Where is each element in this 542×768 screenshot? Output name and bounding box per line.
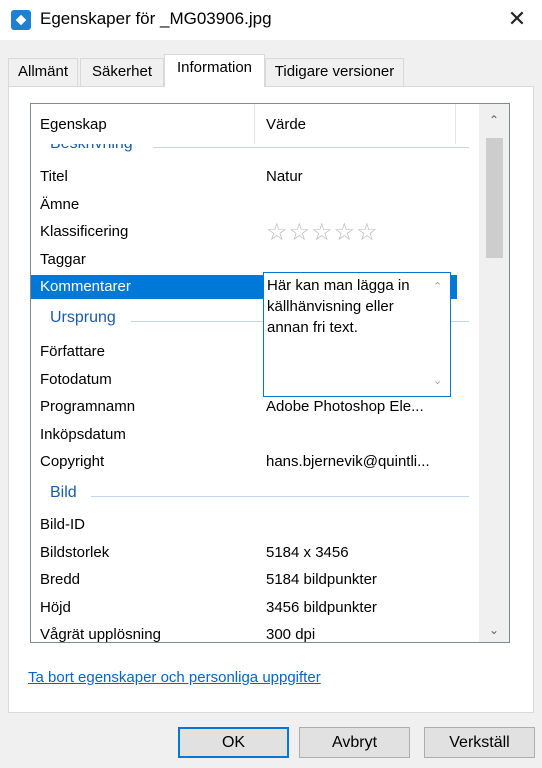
property-name: Bildstorlek	[40, 544, 110, 561]
comment-edit-text[interactable]: Här kan man lägga in källhänvisning elle…	[267, 275, 425, 338]
group-header-bild: Bild	[31, 484, 479, 508]
chevron-down-icon[interactable]: ⌄	[433, 371, 442, 392]
tab-tidigare-versioner[interactable]: Tidigare versioner	[265, 58, 404, 86]
list-row-klassificering[interactable]: Klassificering ☆☆☆☆☆	[31, 218, 457, 247]
property-value[interactable]: 3456 bildpunkter	[266, 599, 377, 616]
list-row-bredd[interactable]: Bredd 5184 bildpunkter	[31, 568, 457, 592]
apply-button[interactable]: Verkställ	[424, 727, 535, 758]
property-value[interactable]: hans.bjernevik@quintli...	[266, 453, 430, 470]
chevron-up-icon[interactable]: ⌃	[433, 277, 442, 298]
property-name: Författare	[40, 343, 106, 360]
property-name: Titel	[40, 168, 68, 185]
property-name: Bild-ID	[40, 516, 86, 533]
window-title: Egenskaper för _MG03906.jpg	[40, 9, 272, 28]
list-vertical-scrollbar[interactable]: ⌃ ⌄	[479, 104, 509, 642]
list-row-copyright[interactable]: Copyright hans.bjernevik@quintli...	[31, 450, 457, 474]
comment-scrollbar[interactable]: ⌃ ⌄	[428, 273, 450, 396]
tab-information[interactable]: Information	[164, 54, 265, 87]
property-name: Copyright	[40, 453, 105, 470]
group-divider-line	[153, 147, 469, 148]
remove-properties-link[interactable]: Ta bort egenskaper och personliga uppgif…	[28, 669, 321, 686]
title-bar: Egenskaper för _MG03906.jpg ✕	[0, 0, 542, 40]
list-header: Egenskap Värde	[31, 104, 479, 144]
tab-strip: Allmänt Säkerhet Information Tidigare ve…	[8, 54, 534, 87]
property-value[interactable]: 5184 x 3456	[266, 544, 349, 561]
property-value[interactable]: Adobe Photoshop Ele...	[266, 398, 424, 415]
property-name: Programnamn	[40, 398, 136, 415]
list-row-bildid[interactable]: Bild-ID	[31, 513, 457, 537]
column-header-property[interactable]: Egenskap	[40, 116, 107, 133]
list-row-taggar[interactable]: Taggar	[31, 248, 457, 272]
comment-edit-box[interactable]: Här kan man lägga in källhänvisning elle…	[263, 272, 451, 397]
property-value[interactable]: 5184 bildpunkter	[266, 571, 377, 588]
list-row-hojd[interactable]: Höjd 3456 bildpunkter	[31, 596, 457, 620]
ok-button[interactable]: OK	[178, 727, 289, 758]
properties-app-icon	[11, 10, 31, 30]
rating-stars-icon[interactable]: ☆☆☆☆☆	[266, 218, 379, 247]
property-name: Inköpsdatum	[40, 426, 126, 443]
property-name: Vågrät upplösning	[40, 626, 161, 643]
property-name: Klassificering	[40, 223, 129, 240]
properties-list[interactable]: Egenskap Värde Beskrivning Titel Natur Ä…	[30, 103, 510, 643]
scrollbar-thumb[interactable]	[486, 138, 503, 258]
cancel-button[interactable]: Avbryt	[299, 727, 410, 758]
list-row-programnamn[interactable]: Programnamn Adobe Photoshop Ele...	[31, 395, 457, 419]
scroll-down-icon[interactable]: ⌄	[479, 618, 509, 642]
property-name: Kommentarer	[40, 278, 131, 295]
scroll-up-icon[interactable]: ⌃	[479, 108, 509, 132]
list-row-titel[interactable]: Titel Natur	[31, 165, 457, 189]
column-header-value[interactable]: Värde	[266, 116, 306, 133]
property-name: Fotodatum	[40, 371, 112, 388]
close-button[interactable]: ✕	[504, 5, 530, 33]
tab-sakerhet[interactable]: Säkerhet	[80, 58, 164, 86]
list-row-amne[interactable]: Ämne	[31, 193, 457, 217]
list-row-bildstorlek[interactable]: Bildstorlek 5184 x 3456	[31, 541, 457, 565]
property-value[interactable]: Natur	[266, 168, 303, 185]
property-name: Höjd	[40, 599, 71, 616]
group-divider-line	[91, 496, 469, 497]
column-divider[interactable]	[455, 104, 456, 144]
property-value[interactable]: 300 dpi	[266, 626, 315, 642]
group-label: Ursprung	[50, 309, 116, 326]
tab-allmant[interactable]: Allmänt	[8, 58, 78, 86]
property-name: Ämne	[40, 196, 80, 213]
list-row-inkopsdatum[interactable]: Inköpsdatum	[31, 423, 457, 447]
property-name: Taggar	[40, 251, 86, 268]
column-divider[interactable]	[254, 104, 255, 144]
group-label: Bild	[50, 484, 77, 501]
list-row-vagratt-upplosning[interactable]: Vågrät upplösning 300 dpi	[31, 623, 457, 643]
property-name: Bredd	[40, 571, 81, 588]
